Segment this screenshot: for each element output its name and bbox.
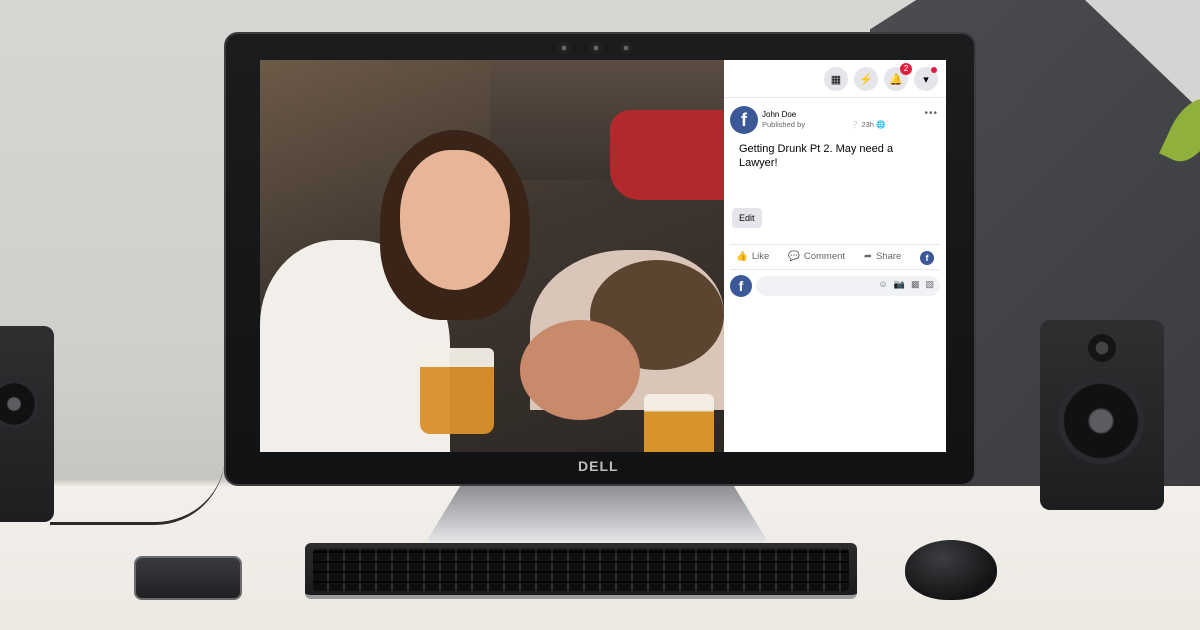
account-button[interactable]: ▾ (914, 67, 938, 91)
comment-label: Comment (803, 251, 846, 262)
post-time[interactable]: 23h (861, 120, 874, 129)
speaker-left (0, 326, 54, 522)
globe-icon: 🌐 (876, 120, 886, 129)
photo-woman-face (400, 150, 510, 290)
gif-icon[interactable]: ▩ (911, 279, 920, 290)
commenter-avatar: f (730, 275, 752, 297)
post-text: Getting Drunk Pt 2. May need a Lawyer! (739, 143, 894, 169)
page-avatar[interactable]: f (730, 106, 758, 134)
grid-icon: ▦ (830, 73, 842, 86)
monitor-brand-logo: DELL (578, 458, 619, 474)
phone (134, 556, 242, 600)
notification-badge: 2 (900, 63, 912, 75)
thumbs-up-icon: 👍 (736, 251, 748, 262)
keyboard-keys (313, 549, 849, 591)
screen: ▦ ⚡ 🔔 2 ▾ f John Doe Published by ❔ 23h … (260, 60, 946, 452)
published-by: Published by (762, 120, 805, 129)
facebook-panel: ▦ ⚡ 🔔 2 ▾ f John Doe Published by ❔ 23h … (724, 60, 946, 452)
messenger-icon: ⚡ (859, 73, 873, 86)
account-alert-dot (931, 67, 937, 73)
keyboard (305, 543, 857, 599)
comment-button[interactable]: 💬 Comment (788, 251, 845, 262)
caret-down-icon: ▾ (923, 73, 929, 86)
webcam-icon (558, 42, 570, 54)
speaker-right (1040, 320, 1164, 510)
photo-beer-glass (644, 394, 714, 452)
post-meta: ❔ 23h 🌐 (850, 120, 885, 129)
webcam-icon (590, 42, 602, 54)
webcam-icon (620, 42, 632, 54)
post-header: f John Doe Published by ❔ 23h 🌐 ••• (730, 106, 940, 136)
post-actions: 👍 Like 💬 Comment ➦ Share f (730, 244, 940, 270)
monitor: ▦ ⚡ 🔔 2 ▾ f John Doe Published by ❔ 23h … (224, 32, 976, 486)
sticker-icon[interactable]: ▧ (925, 279, 934, 290)
comment-row: f ☺ 📷 ▩ ▧ (730, 274, 940, 298)
photo-red-object (610, 110, 724, 200)
post-photo[interactable] (260, 60, 724, 452)
share-button[interactable]: ➦ Share (864, 251, 901, 262)
post-author[interactable]: John Doe (762, 110, 796, 119)
photo-man-face (520, 320, 640, 420)
like-label: Like (751, 251, 770, 262)
edit-button[interactable]: Edit (732, 208, 762, 228)
bell-icon: 🔔 (889, 73, 903, 86)
speaker-cone (1058, 378, 1144, 464)
speaker-tweeter (1088, 334, 1116, 362)
more-options-button[interactable]: ••• (924, 108, 938, 119)
speaker-cone (0, 380, 38, 428)
messenger-button[interactable]: ⚡ (854, 67, 878, 91)
notifications-button[interactable]: 🔔 2 (884, 63, 912, 91)
share-icon: ➦ (864, 251, 872, 262)
facebook-topbar: ▦ ⚡ 🔔 2 ▾ (724, 60, 946, 98)
comment-icon: 💬 (788, 251, 800, 262)
like-button[interactable]: 👍 Like (736, 251, 769, 262)
help-icon: ❔ (850, 120, 860, 129)
monitor-stand (426, 486, 768, 542)
photo-beer-glass (420, 348, 494, 434)
identity-selector-avatar[interactable]: f (920, 251, 934, 265)
comment-tools: ☺ 📷 ▩ ▧ (879, 279, 934, 290)
menu-button[interactable]: ▦ (824, 67, 848, 91)
share-label: Share (875, 251, 902, 262)
emoji-icon[interactable]: ☺ (879, 279, 888, 290)
camera-icon[interactable]: 📷 (894, 279, 905, 290)
mouse (905, 540, 997, 600)
